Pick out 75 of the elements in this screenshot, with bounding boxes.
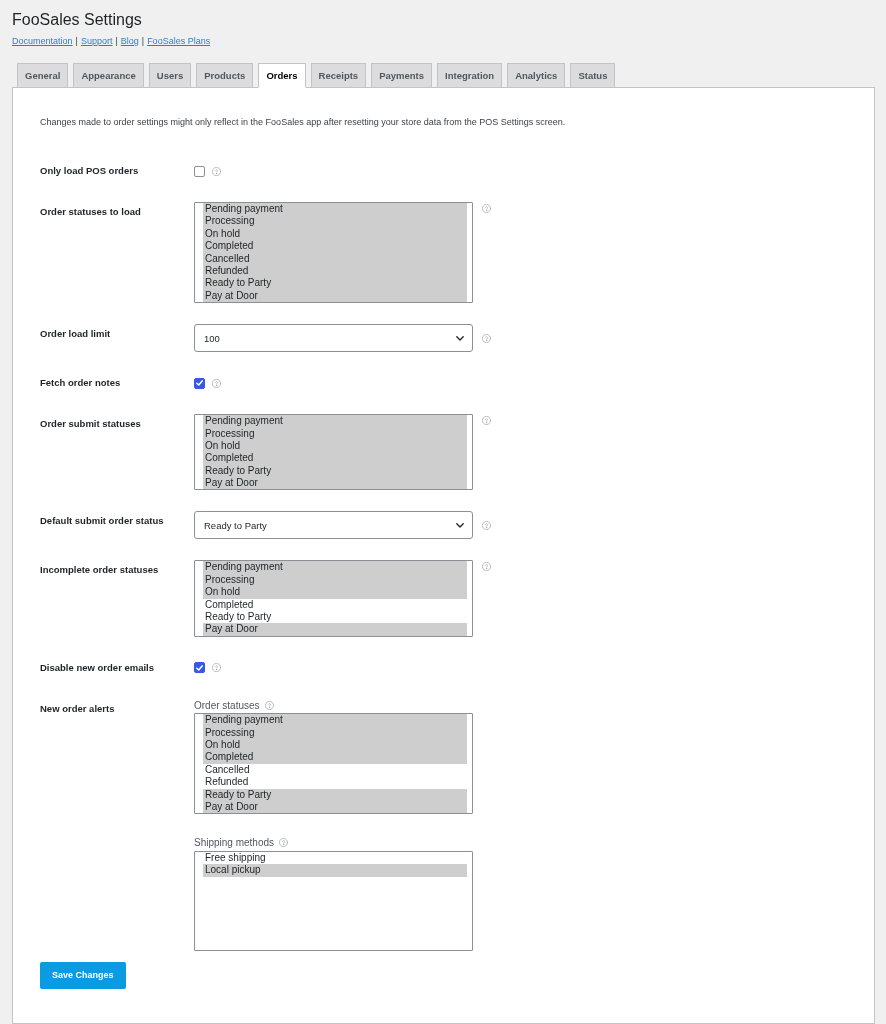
checkbox[interactable]: [194, 377, 205, 389]
list-option[interactable]: Ready to Party: [203, 611, 467, 624]
checkbox[interactable]: [194, 662, 205, 674]
list-option[interactable]: On hold: [203, 586, 467, 599]
header-link[interactable]: Blog: [120, 34, 139, 48]
help-icon: [482, 562, 491, 572]
settings-tab[interactable]: Status: [570, 63, 616, 87]
list-option[interactable]: Completed: [203, 452, 467, 465]
list-option[interactable]: Completed: [203, 598, 467, 612]
multi-select-list[interactable]: Pending payment Processing On hold Completed Cancelled Refunded Ready to Party Pay at Door: [194, 202, 473, 304]
checkmark-icon: [196, 664, 203, 671]
setting-label: Order load limit: [40, 327, 111, 342]
setting-label: Disable new order emails: [40, 660, 155, 675]
help-icon: [482, 204, 491, 213]
setting-label: Fetch order notes: [40, 376, 121, 391]
multi-select-list[interactable]: Free shipping Local pickup: [194, 850, 473, 951]
list-option[interactable]: Ready to Party: [203, 788, 467, 802]
settings-tab[interactable]: Payments: [371, 63, 433, 87]
header-link[interactable]: Documentation: [12, 34, 73, 48]
setting-label: Incomplete order statuses: [40, 563, 159, 578]
list-option[interactable]: Pay at Door: [203, 477, 467, 490]
help-icon: [212, 378, 221, 388]
field-label: Order statuses: [194, 698, 260, 712]
help-icon: [482, 333, 491, 343]
list-option[interactable]: Completed: [203, 751, 467, 764]
page-title: FooSales Settings: [12, 10, 142, 30]
settings-tab[interactable]: Products: [196, 63, 254, 87]
multi-select-list[interactable]: Pending payment Processing On hold Completed Ready to Party Pay at Door: [194, 414, 473, 491]
list-option[interactable]: Pending payment: [203, 714, 467, 727]
list-option[interactable]: On hold: [203, 739, 467, 752]
list-option[interactable]: Pending payment: [203, 561, 467, 574]
settings-tab[interactable]: General: [17, 63, 69, 87]
list-option[interactable]: Pending payment: [203, 415, 467, 428]
list-option[interactable]: Refunded: [203, 776, 467, 789]
list-option[interactable]: Local pickup: [203, 864, 467, 877]
list-option[interactable]: Processing: [203, 215, 467, 228]
settings-tab[interactable]: Analytics: [507, 63, 566, 87]
header-link[interactable]: Support: [80, 34, 113, 48]
setting-label: New order alerts: [40, 701, 115, 716]
checkbox[interactable]: [194, 165, 205, 177]
help-icon: [482, 416, 491, 426]
setting-label: Only load POS orders: [40, 164, 139, 178]
list-option[interactable]: Cancelled: [203, 763, 467, 777]
header-link[interactable]: FooSales Plans: [147, 34, 211, 48]
field-label: Shipping methods: [194, 836, 275, 850]
list-option[interactable]: Completed: [203, 240, 467, 253]
help-icon: [264, 700, 274, 710]
setting-label: Order statuses to load: [40, 205, 141, 219]
settings-tab[interactable]: Receipts: [310, 63, 367, 87]
link-separator: |: [75, 35, 78, 48]
link-separator: |: [141, 35, 145, 48]
setting-label: Default submit order status: [40, 514, 164, 529]
intro-text: Changes made to order settings might only reflect in the FooSales app after resetting your store data from the POS Settings screen.: [40, 116, 566, 129]
chevron-down-icon: [456, 522, 464, 528]
help-icon: [212, 166, 221, 176]
list-option[interactable]: Pay at Door: [203, 801, 467, 814]
help-icon: [212, 663, 221, 673]
multi-select-list[interactable]: Pending payment Processing On hold Completed Ready to Party Pay at Door: [194, 560, 473, 637]
help-icon: [279, 838, 289, 848]
setting-label: Order submit statuses: [40, 417, 141, 432]
settings-tab[interactable]: Orders: [258, 63, 306, 88]
help-icon: [482, 520, 491, 530]
list-option[interactable]: Free shipping: [203, 851, 467, 865]
chevron-down-icon: [456, 335, 464, 341]
list-option[interactable]: Ready to Party: [203, 277, 467, 290]
checkmark-icon: [196, 380, 203, 387]
list-option[interactable]: Pending payment: [203, 203, 467, 216]
settings-tab[interactable]: Users: [148, 63, 192, 87]
settings-tab[interactable]: Appearance: [73, 63, 144, 87]
multi-select-list[interactable]: Pending payment Processing On hold Completed Cancelled Refunded Ready to Party Pay at Door: [194, 713, 473, 815]
dropdown-select[interactable]: Ready to Party: [194, 511, 473, 540]
settings-tab[interactable]: Integration: [437, 63, 503, 87]
list-option[interactable]: Pay at Door: [203, 623, 467, 636]
link-separator: |: [115, 35, 118, 48]
dropdown-select[interactable]: 100: [194, 324, 473, 353]
